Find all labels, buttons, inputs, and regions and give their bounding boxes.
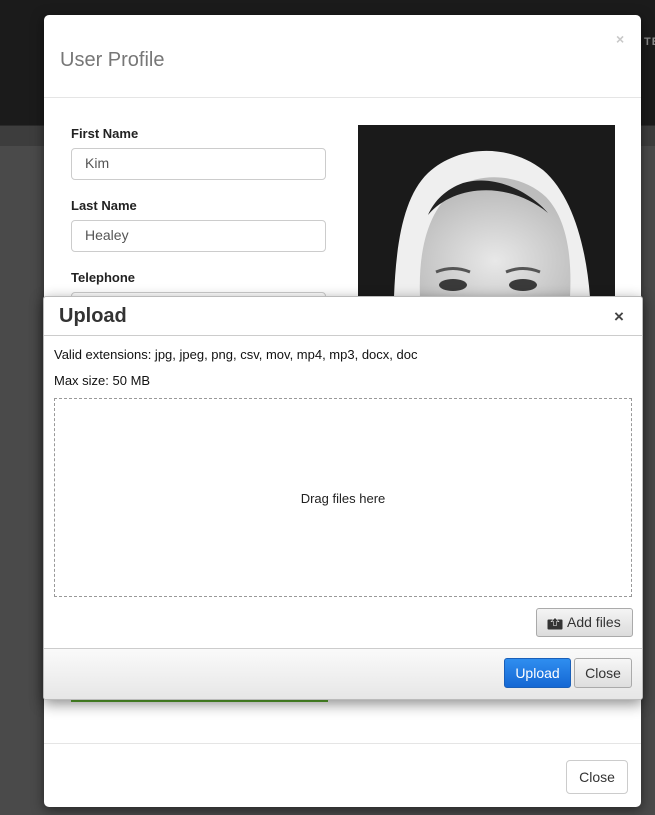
profile-modal-header: User Profile × [44,15,641,98]
last-name-label: Last Name [71,198,137,213]
upload-close-button[interactable]: Close [574,658,632,688]
nav-text-peek: TE [644,36,655,48]
close-icon[interactable]: × [616,31,624,47]
profile-photo [358,125,615,297]
upload-dialog-footer: Upload Close [44,648,642,699]
file-dropzone[interactable]: Drag files here [54,398,632,597]
first-name-input[interactable]: Kim [71,148,326,180]
first-name-label: First Name [71,126,139,141]
upload-box-icon [547,616,563,630]
last-name-input[interactable]: Healey [71,220,326,252]
max-size-text: Max size: 50 MB [54,373,151,388]
upload-button[interactable]: Upload [504,658,571,688]
close-icon[interactable]: × [614,307,624,327]
telephone-label: Telephone [71,270,136,285]
add-files-button[interactable]: Add files [536,608,633,637]
upload-dialog: Upload × Valid extensions: jpg, jpeg, pn… [43,296,643,700]
add-files-label: Add files [567,614,621,630]
upload-dialog-header: Upload × [44,297,642,336]
upload-dialog-title: Upload [59,305,127,327]
profile-close-button[interactable]: Close [566,760,628,794]
valid-extensions-text: Valid extensions: jpg, jpeg, png, csv, m… [54,347,418,362]
profile-modal-title: User Profile [60,49,165,71]
dropzone-text: Drag files here [300,491,386,506]
profile-modal-footer: Close [44,743,641,808]
